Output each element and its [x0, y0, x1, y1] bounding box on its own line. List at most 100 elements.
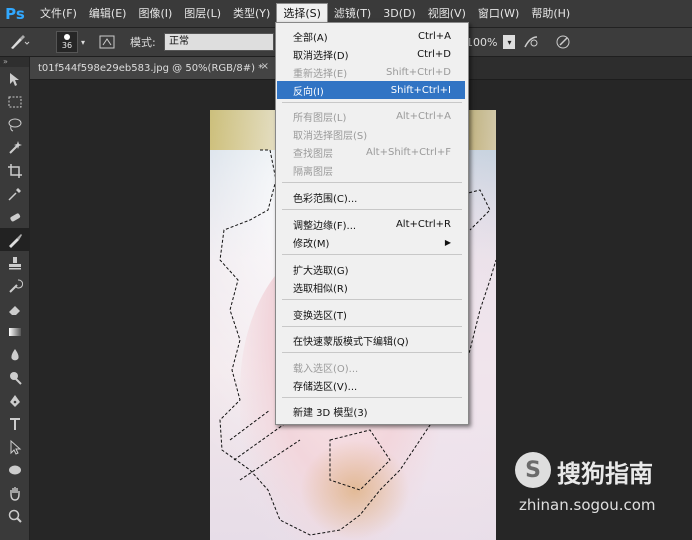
menu-item-new-3d-extrusion[interactable]: 新建 3D 模型(3)	[277, 402, 465, 420]
menu-item-shortcut: Alt+Ctrl+A	[396, 110, 451, 122]
menu-item-similar[interactable]: 选取相似(R)	[277, 278, 465, 296]
brush-dot-icon	[64, 34, 70, 40]
pen-tool-icon[interactable]	[0, 389, 29, 412]
eraser-tool-icon[interactable]	[0, 297, 29, 320]
select-menu-dropdown: 全部(A) Ctrl+A 取消选择(D) Ctrl+D 重新选择(E) Shif…	[275, 22, 469, 425]
zoom-tool-icon[interactable]	[0, 504, 29, 527]
lasso-tool-icon[interactable]	[0, 113, 29, 136]
menu-item-inverse[interactable]: 反向(I) Shift+Ctrl+I	[277, 81, 465, 99]
chevron-down-icon[interactable]: ▾	[81, 38, 85, 47]
menu-item-deselect[interactable]: 取消选择(D) Ctrl+D	[277, 45, 465, 63]
zoom-dropdown-chevron-icon[interactable]: ▾	[503, 35, 516, 49]
menu-separator	[282, 326, 462, 327]
airbrush-icon[interactable]	[522, 32, 540, 52]
healing-brush-tool-icon[interactable]	[0, 205, 29, 228]
menu-item-label: 反向(I)	[293, 86, 324, 98]
menu-item-shortcut: Ctrl+A	[417, 30, 451, 42]
menu-item-select-all[interactable]: 全部(A) Ctrl+A	[277, 27, 465, 45]
menu-layer[interactable]: 图层(L)	[178, 3, 227, 25]
crop-tool-icon[interactable]	[0, 159, 29, 182]
menu-window[interactable]: 窗口(W)	[472, 3, 525, 25]
ellipse-tool-icon[interactable]	[0, 458, 29, 481]
menu-separator	[282, 397, 462, 398]
menu-item-color-range[interactable]: 色彩范围(C)...	[277, 188, 465, 206]
blur-tool-icon[interactable]	[0, 343, 29, 366]
menu-item-label: 色彩范围(C)...	[293, 193, 358, 205]
document-tab-title: t01f544f598e29eb583.jpg @ 50%(RGB/8#) *	[38, 62, 264, 74]
mode-select[interactable]: 正常	[164, 32, 274, 52]
mode-label: 模式:	[130, 36, 156, 49]
menu-item-shortcut: Ctrl+D	[417, 48, 451, 60]
menu-item-shortcut: Shift+Ctrl+I	[390, 84, 451, 96]
menu-item-label: 所有图层(L)	[293, 112, 347, 124]
hand-tool-icon[interactable]	[0, 481, 29, 504]
menu-separator	[282, 299, 462, 300]
zoom-value[interactable]: 100%	[466, 36, 497, 49]
menu-item-label: 变换选区(T)	[293, 310, 347, 322]
menu-item-transform-selection[interactable]: 变换选区(T)	[277, 305, 465, 323]
menu-item-label: 调整边缘(F)...	[293, 220, 357, 232]
menu-item-label: 存储选区(V)...	[293, 381, 358, 393]
menu-item-grow[interactable]: 扩大选取(G)	[277, 260, 465, 278]
menu-file[interactable]: 文件(F)	[34, 3, 83, 25]
menu-help[interactable]: 帮助(H)	[525, 3, 576, 25]
type-tool-icon[interactable]	[0, 412, 29, 435]
clone-stamp-tool-icon[interactable]	[0, 251, 29, 274]
menu-item-label: 载入选区(O)...	[293, 363, 359, 375]
sogou-watermark: S 搜狗指南 zhinan.sogou.com	[515, 452, 685, 522]
move-tool-icon[interactable]	[0, 67, 29, 90]
eyedropper-tool-icon[interactable]	[0, 182, 29, 205]
gradient-tool-icon[interactable]	[0, 320, 29, 343]
mode-select-value[interactable]: 正常	[164, 33, 274, 51]
menu-item-label: 扩大选取(G)	[293, 265, 349, 277]
menu-item-reselect: 重新选择(E) Shift+Ctrl+D	[277, 63, 465, 81]
menu-item-label: 选取相似(R)	[293, 283, 348, 295]
menu-item-label: 重新选择(E)	[293, 68, 348, 80]
sogou-logo-icon: S	[515, 452, 551, 488]
menu-separator	[282, 102, 462, 103]
menu-item-quick-mask[interactable]: 在快速蒙版模式下编辑(Q)	[277, 331, 465, 349]
tools-panel-collapse[interactable]: »	[0, 57, 29, 67]
menu-type[interactable]: 类型(Y)	[227, 3, 276, 25]
menu-item-label: 修改(M)	[293, 238, 330, 250]
menu-item-label: 在快速蒙版模式下编辑(Q)	[293, 336, 409, 348]
menu-edit[interactable]: 编辑(E)	[83, 3, 133, 25]
close-icon[interactable]: ×	[261, 61, 269, 72]
menu-item-refine-edge[interactable]: 调整边缘(F)... Alt+Ctrl+R	[277, 215, 465, 233]
menu-item-label: 取消选择图层(S)	[293, 130, 368, 142]
menu-item-modify[interactable]: 修改(M) ▶	[277, 233, 465, 251]
marquee-tool-icon[interactable]	[0, 90, 29, 113]
pressure-size-icon[interactable]	[554, 32, 572, 52]
brush-preset-picker[interactable]: 36 ▾	[56, 31, 85, 53]
document-tab[interactable]: t01f544f598e29eb583.jpg @ 50%(RGB/8#) * …	[30, 57, 275, 79]
menu-item-shortcut: Alt+Ctrl+R	[395, 218, 451, 230]
brush-tool-icon[interactable]	[8, 32, 30, 52]
brush-tool-icon-selected[interactable]	[0, 228, 29, 251]
tools-panel: »	[0, 57, 30, 540]
menu-item-isolate-layers: 隔离图层	[277, 161, 465, 179]
dodge-tool-icon[interactable]	[0, 366, 29, 389]
menu-item-save-selection[interactable]: 存储选区(V)...	[277, 376, 465, 394]
watermark-name: 搜狗指南	[557, 460, 653, 488]
brush-size: 36	[61, 41, 73, 50]
history-brush-tool-icon[interactable]	[0, 274, 29, 297]
path-selection-tool-icon[interactable]	[0, 435, 29, 458]
brush-panel-icon[interactable]	[98, 32, 116, 52]
zoom-field[interactable]: 100% ▾	[466, 32, 516, 52]
menu-item-label: 隔离图层	[293, 166, 333, 178]
menu-separator	[282, 352, 462, 353]
menu-separator	[282, 209, 462, 210]
quick-selection-tool-icon[interactable]	[0, 136, 29, 159]
menu-item-label: 查找图层	[293, 148, 333, 160]
menu-item-all-layers: 所有图层(L) Alt+Ctrl+A	[277, 107, 465, 125]
menu-separator	[282, 182, 462, 183]
submenu-arrow-icon: ▶	[444, 237, 451, 247]
menu-item-label: 取消选择(D)	[293, 50, 349, 62]
menu-item-find-layers: 查找图层 Alt+Shift+Ctrl+F	[277, 143, 465, 161]
menu-image[interactable]: 图像(I)	[132, 3, 178, 25]
photoshop-logo: Ps	[5, 4, 25, 23]
menu-item-label: 全部(A)	[293, 32, 328, 44]
menu-separator	[282, 254, 462, 255]
menu-item-shortcut: Shift+Ctrl+D	[386, 66, 451, 78]
brush-preview[interactable]: 36	[56, 31, 78, 53]
